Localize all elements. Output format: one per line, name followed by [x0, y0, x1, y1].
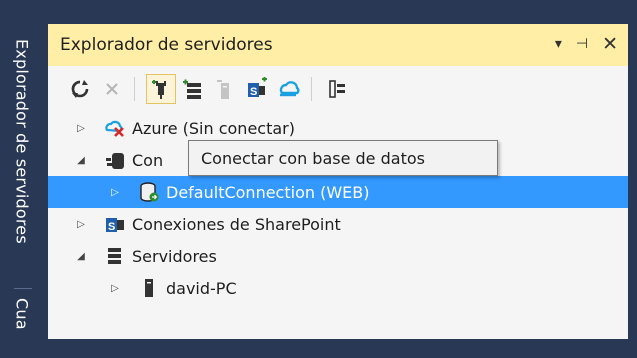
panel-title: Explorador de servidores	[60, 35, 273, 55]
tree-node-label: Conexiones de SharePoint	[132, 214, 341, 234]
title-controls: ▾ ⊣ ✕	[555, 34, 618, 54]
window-position-dropdown-icon[interactable]: ▾	[555, 34, 562, 54]
expand-arrow-icon[interactable]: ▷	[108, 185, 122, 199]
properties-icon[interactable]	[324, 75, 352, 103]
tree-node-label: Azure (Sin conectar)	[132, 118, 295, 138]
database-icon	[138, 181, 160, 203]
tree-node-default-connection[interactable]: ▷ DefaultConnection (WEB)	[48, 176, 628, 208]
tree-node-label: Servidores	[132, 246, 217, 266]
toolbar-separator	[311, 77, 312, 101]
computer-icon	[138, 277, 160, 299]
panel-title-bar[interactable]: Explorador de servidores ▾ ⊣ ✕	[48, 24, 628, 66]
stop-icon	[98, 75, 126, 103]
pin-icon[interactable]: ⊣	[576, 34, 588, 54]
side-tab-label: Cua	[12, 298, 32, 330]
sharepoint-icon: S	[104, 213, 126, 235]
refresh-icon[interactable]	[66, 75, 94, 103]
collapse-arrow-icon[interactable]: ◢	[74, 249, 88, 263]
azure-connect-icon[interactable]	[275, 75, 303, 103]
toolbar: S	[48, 70, 628, 108]
tree-node-label: DefaultConnection (WEB)	[166, 182, 370, 202]
expand-arrow-icon[interactable]: ▷	[74, 217, 88, 231]
svg-text:S: S	[250, 86, 257, 98]
tree-node-david-pc[interactable]: ▷ david-PC	[48, 272, 628, 304]
expand-arrow-icon[interactable]: ▷	[74, 121, 88, 135]
svg-text:S: S	[108, 221, 115, 233]
tree-node-sharepoint[interactable]: ▷ S Conexiones de SharePoint	[48, 208, 628, 240]
expand-arrow-icon[interactable]: ▷	[108, 281, 122, 295]
azure-disconnected-icon	[104, 117, 126, 139]
close-icon[interactable]: ✕	[602, 34, 618, 54]
side-tab-server-explorer[interactable]: Explorador de servidores	[4, 2, 40, 280]
disabled-server-icon	[211, 75, 239, 103]
tooltip: Conectar con base de datos	[188, 140, 498, 176]
server-explorer-panel: Explorador de servidores ▾ ⊣ ✕ S ▷ Azure…	[48, 24, 628, 339]
tree-node-servers[interactable]: ◢ Servidores	[48, 240, 628, 272]
side-tab-strip: Explorador de servidores Cua	[0, 0, 44, 339]
toolbar-separator	[134, 77, 135, 101]
connect-to-database-icon[interactable]	[146, 74, 176, 104]
side-tab-divider	[14, 288, 32, 289]
connect-to-server-icon[interactable]	[179, 75, 207, 103]
tree-node-label: Con	[132, 150, 164, 170]
side-tab-label: Explorador de servidores	[12, 38, 32, 244]
collapse-arrow-icon[interactable]: ◢	[74, 153, 88, 167]
sharepoint-connect-icon[interactable]: S	[243, 75, 271, 103]
servers-icon	[104, 245, 126, 267]
tooltip-text: Conectar con base de datos	[201, 148, 425, 168]
side-tab-toolbox[interactable]: Cua	[4, 298, 40, 358]
tree-node-label: david-PC	[166, 278, 237, 298]
data-connections-icon	[104, 149, 126, 171]
